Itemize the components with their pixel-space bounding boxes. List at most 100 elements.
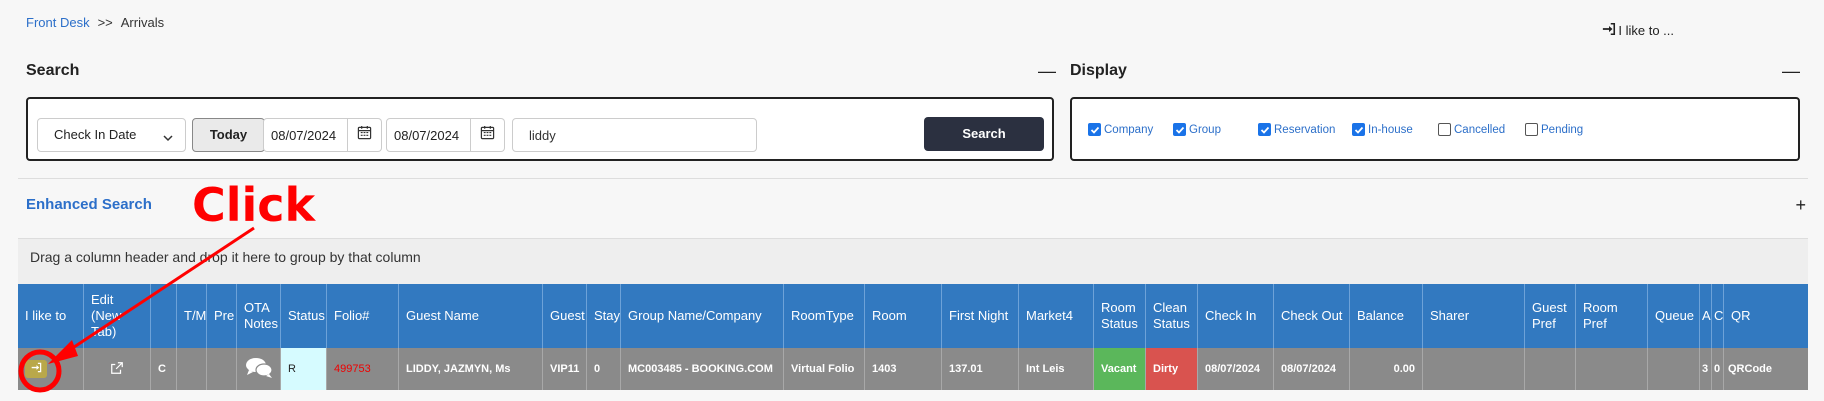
display-company-checkbox[interactable]: Company — [1088, 123, 1153, 136]
enhanced-search-expand-button[interactable]: + — [1795, 195, 1806, 216]
col-header-c[interactable]: C — [1712, 284, 1724, 348]
display-inhouse-label: In-house — [1368, 123, 1413, 136]
arrivals-grid: I like to Edit (New Tab) T/M Pre OTA Not… — [18, 284, 1808, 390]
checkbox-checked-icon — [1258, 123, 1271, 136]
i-like-to-menu-button[interactable]: I like to ... — [1602, 22, 1674, 39]
breadcrumb-front-desk-link[interactable]: Front Desk — [26, 15, 90, 30]
row-market-cell: Int Leis — [1019, 348, 1094, 390]
row-room-type-cell: Virtual Folio — [784, 348, 865, 390]
col-header-stay[interactable]: Stay — [587, 284, 621, 348]
checkbox-checked-icon — [1173, 123, 1186, 136]
breadcrumb-separator: >> — [97, 15, 113, 30]
row-first-night-cell: 137.01 — [942, 348, 1019, 390]
checkbox-checked-icon — [1088, 123, 1101, 136]
col-header-folio[interactable]: Folio# — [327, 284, 399, 348]
col-header-check-out[interactable]: Check Out — [1274, 284, 1350, 348]
display-company-label: Company — [1104, 123, 1154, 136]
search-panel: Check In Date Today 08/07/2024 08/07/202… — [26, 97, 1054, 161]
click-annotation-label: Click — [192, 178, 316, 232]
guest-search-input[interactable]: liddy — [512, 118, 757, 152]
col-header-room-pref[interactable]: Room Pref — [1576, 284, 1648, 348]
col-header-i-like-to[interactable]: I like to — [18, 284, 84, 348]
col-header-a[interactable]: A — [1700, 284, 1712, 348]
checkbox-unchecked-icon — [1438, 123, 1451, 136]
col-header-edit-new-tab[interactable]: Edit (New Tab) — [84, 284, 151, 348]
display-inhouse-checkbox[interactable]: In-house — [1352, 123, 1413, 136]
display-panel: Company Group Reservation In-house Cance… — [1070, 97, 1800, 161]
calendar-icon — [357, 125, 372, 145]
col-header-queue[interactable]: Queue — [1648, 284, 1700, 348]
table-row[interactable]: C R 499753 LIDDY, JAZMYN, Ms VIP11 0 MC0… — [18, 348, 1808, 390]
col-header-tm[interactable]: T/M — [177, 284, 207, 348]
display-pending-checkbox[interactable]: Pending — [1525, 123, 1583, 136]
display-pending-label: Pending — [1541, 123, 1584, 136]
col-header-guest-name[interactable]: Guest Name — [399, 284, 543, 348]
display-cancelled-checkbox[interactable]: Cancelled — [1438, 123, 1505, 136]
date-type-value: Check In Date — [54, 127, 137, 142]
row-folio-cell[interactable]: 499753 — [327, 348, 399, 390]
row-qr-cell[interactable]: QRCode — [1724, 348, 1776, 390]
date-to-calendar-button[interactable] — [471, 118, 505, 152]
col-header-ota-notes[interactable]: OTA Notes — [237, 284, 281, 348]
row-check-in-cell: 08/07/2024 — [1198, 348, 1274, 390]
display-cancelled-label: Cancelled — [1454, 123, 1506, 136]
search-collapse-button[interactable]: — — [1038, 62, 1056, 80]
row-stay-cell: 0 — [587, 348, 621, 390]
col-header-room-type[interactable]: RoomType — [784, 284, 865, 348]
row-balance-cell: 0.00 — [1350, 348, 1423, 390]
row-action-cell — [18, 348, 84, 390]
col-header-pre[interactable]: Pre — [207, 284, 237, 348]
col-header-guest[interactable]: Guest — [543, 284, 587, 348]
today-button[interactable]: Today — [192, 118, 265, 152]
display-group-label: Group — [1189, 123, 1221, 136]
checkbox-checked-icon — [1352, 123, 1365, 136]
col-header-room-status[interactable]: Room Status — [1094, 284, 1146, 348]
i-like-to-label: I like to ... — [1618, 23, 1674, 38]
sign-in-icon — [1602, 22, 1616, 39]
row-room-cell: 1403 — [865, 348, 942, 390]
display-reservation-label: Reservation — [1274, 123, 1336, 136]
edit-new-tab-cell — [84, 348, 151, 390]
col-header-blank[interactable] — [151, 284, 177, 348]
chat-bubbles-icon[interactable] — [244, 356, 274, 383]
group-by-drop-zone[interactable]: Drag a column header and drop it here to… — [18, 238, 1808, 284]
row-pre-cell — [207, 348, 237, 390]
row-guest-cell: VIP11 — [543, 348, 587, 390]
row-a-cell: 3 — [1700, 348, 1712, 390]
col-header-check-in[interactable]: Check In — [1198, 284, 1274, 348]
i-like-to-row-button[interactable] — [25, 360, 47, 378]
display-collapse-button[interactable]: — — [1782, 62, 1800, 80]
col-header-clean-status[interactable]: Clean Status — [1146, 284, 1198, 348]
row-c-cell: C — [151, 348, 177, 390]
row-c2-cell: 0 — [1712, 348, 1724, 390]
sign-in-icon — [31, 362, 42, 376]
external-link-icon[interactable] — [110, 361, 124, 378]
date-from-calendar-button[interactable] — [348, 118, 382, 152]
search-button[interactable]: Search — [924, 117, 1044, 151]
row-ota-notes-cell — [237, 348, 281, 390]
search-section-title: Search — [26, 62, 80, 79]
col-header-sharer[interactable]: Sharer — [1423, 284, 1525, 348]
enhanced-search-toggle[interactable]: Enhanced Search — [26, 196, 152, 213]
display-reservation-checkbox[interactable]: Reservation — [1258, 123, 1335, 136]
row-check-out-cell: 08/07/2024 — [1274, 348, 1350, 390]
col-header-status[interactable]: Status — [281, 284, 327, 348]
col-header-first-night[interactable]: First Night — [942, 284, 1019, 348]
date-from-input[interactable]: 08/07/2024 — [263, 118, 348, 152]
date-to-input[interactable]: 08/07/2024 — [386, 118, 471, 152]
row-status-cell: R — [281, 348, 327, 390]
col-header-room[interactable]: Room — [865, 284, 942, 348]
row-clean-status-cell: Dirty — [1146, 348, 1198, 390]
col-header-guest-pref[interactable]: Guest Pref — [1525, 284, 1576, 348]
display-group-checkbox[interactable]: Group — [1173, 123, 1221, 136]
row-queue-cell — [1648, 348, 1700, 390]
date-type-select[interactable]: Check In Date — [37, 118, 186, 152]
col-header-group-company[interactable]: Group Name/Company — [621, 284, 784, 348]
calendar-icon — [480, 125, 495, 145]
row-sharer-cell — [1423, 348, 1525, 390]
row-group-company-cell: MC003485 - BOOKING.COM — [621, 348, 784, 390]
col-header-balance[interactable]: Balance — [1350, 284, 1423, 348]
col-header-market4[interactable]: Market4 — [1019, 284, 1094, 348]
chevron-down-icon — [163, 131, 173, 142]
col-header-qr[interactable]: QR — [1724, 284, 1776, 348]
